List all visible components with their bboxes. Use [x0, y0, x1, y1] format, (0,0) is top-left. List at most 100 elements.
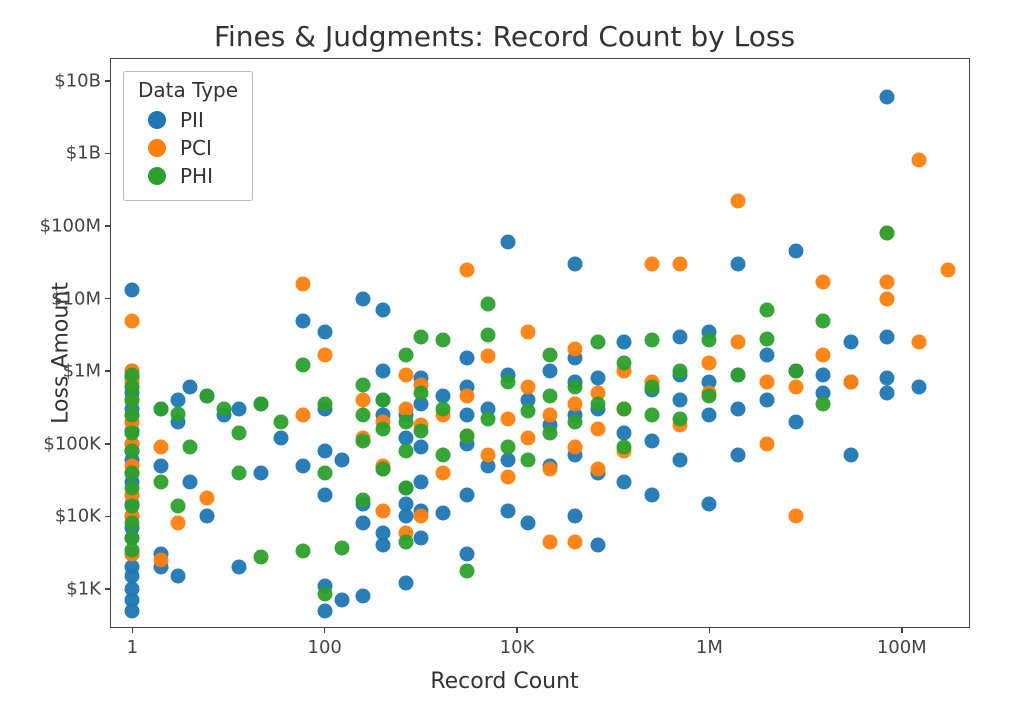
data-point [789, 380, 804, 395]
data-point [459, 428, 474, 443]
data-point [702, 389, 717, 404]
data-point [481, 296, 496, 311]
data-point [500, 235, 515, 250]
data-point [355, 433, 370, 448]
data-point [617, 402, 632, 417]
data-point [521, 380, 536, 395]
y-tick-label: $1K [66, 579, 101, 600]
data-point [125, 283, 140, 298]
data-point [254, 465, 269, 480]
legend-label-pci: PCI [180, 136, 212, 160]
data-point [789, 509, 804, 524]
data-point [232, 560, 247, 575]
data-point [254, 397, 269, 412]
data-point [521, 516, 536, 531]
data-point [317, 324, 332, 339]
x-tick-label: 100 [308, 637, 342, 658]
data-point [355, 377, 370, 392]
data-point [375, 462, 390, 477]
data-point [154, 553, 169, 568]
data-point [254, 549, 269, 564]
y-tick-label: $1M [63, 361, 101, 382]
legend-title: Data Type [138, 78, 238, 102]
data-point [334, 540, 349, 555]
data-point [398, 367, 413, 382]
data-point [398, 534, 413, 549]
data-point [171, 406, 186, 421]
legend-swatch-pii [148, 111, 166, 129]
data-point [459, 487, 474, 502]
data-point [521, 431, 536, 446]
data-point [760, 436, 775, 451]
data-point [296, 276, 311, 291]
data-point [375, 503, 390, 518]
data-point [375, 422, 390, 437]
data-point [644, 257, 659, 272]
data-point [815, 347, 830, 362]
data-point [355, 589, 370, 604]
data-point [617, 440, 632, 455]
data-point [591, 397, 606, 412]
data-point [459, 547, 474, 562]
y-tick-label: $10B [54, 70, 101, 91]
data-point [355, 492, 370, 507]
data-point [481, 349, 496, 364]
data-point [500, 452, 515, 467]
data-point [125, 407, 140, 422]
legend: Data Type PII PCI PHI [123, 71, 253, 201]
data-point [760, 393, 775, 408]
data-point [217, 402, 232, 417]
plot-area: Data Type PII PCI PHI ... $1K$10K$100K$1… [110, 58, 970, 628]
data-point [940, 262, 955, 277]
data-point [232, 426, 247, 441]
data-point [567, 380, 582, 395]
legend-swatch-phi [148, 167, 166, 185]
data-point [542, 389, 557, 404]
data-point [317, 465, 332, 480]
data-point [481, 327, 496, 342]
chart-title: Fines & Judgments: Record Count by Loss [0, 20, 1009, 53]
data-point [500, 503, 515, 518]
data-point [760, 375, 775, 390]
data-point [617, 355, 632, 370]
legend-entry-phi: PHI [138, 162, 238, 190]
data-point [171, 498, 186, 513]
data-point [154, 474, 169, 489]
data-point [398, 480, 413, 495]
data-point [673, 257, 688, 272]
data-point [296, 458, 311, 473]
data-point [375, 364, 390, 379]
data-point [125, 393, 140, 408]
data-point [644, 407, 659, 422]
data-point [171, 569, 186, 584]
data-point [355, 291, 370, 306]
data-point [591, 371, 606, 386]
data-point [232, 402, 247, 417]
y-tick-label: $10K [55, 506, 101, 527]
data-point [334, 452, 349, 467]
data-point [334, 593, 349, 608]
data-point [591, 538, 606, 553]
data-point [296, 544, 311, 559]
data-point [879, 291, 894, 306]
data-point [398, 347, 413, 362]
data-point [731, 335, 746, 350]
x-tick-label: 100M [877, 637, 927, 658]
data-point [567, 257, 582, 272]
data-point [879, 274, 894, 289]
data-point [567, 440, 582, 455]
data-point [398, 443, 413, 458]
data-point [879, 89, 894, 104]
data-point [459, 389, 474, 404]
data-point [459, 262, 474, 277]
data-point [500, 469, 515, 484]
data-point [731, 402, 746, 417]
data-point [567, 397, 582, 412]
data-point [500, 411, 515, 426]
x-axis-label: Record Count [0, 669, 1009, 694]
data-point [702, 332, 717, 347]
legend-label-pii: PII [180, 108, 204, 132]
data-point [398, 576, 413, 591]
data-point [542, 534, 557, 549]
data-point [911, 380, 926, 395]
